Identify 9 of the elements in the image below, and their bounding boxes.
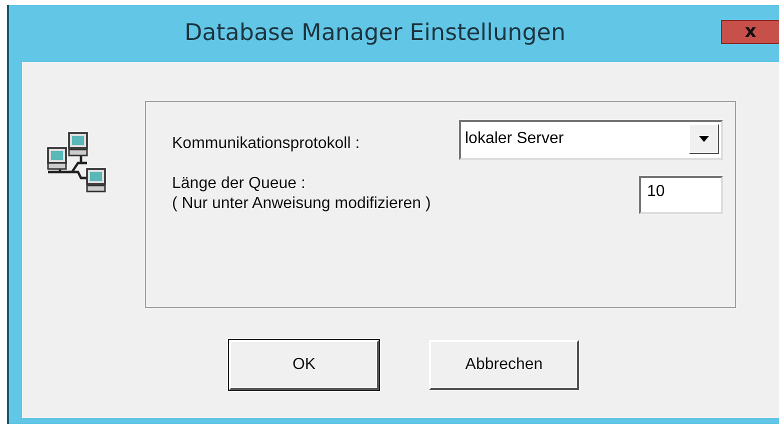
field-label: Kommunikationsprotokoll : — [172, 134, 360, 154]
window-title: Database Manager Einstellungen — [183, 20, 567, 46]
ok-button[interactable]: OK — [229, 340, 379, 390]
cancel-button[interactable]: Abbrechen — [429, 340, 579, 390]
close-button[interactable]: x — [721, 20, 779, 44]
protocol-dropdown[interactable]: lokaler Server — [459, 120, 723, 160]
queue-length-field[interactable]: 10 — [639, 176, 723, 214]
hint-text: ( Nur unter Anweisung modifizieren ) — [172, 194, 431, 214]
field-label: Länge der Queue : — [172, 174, 306, 194]
